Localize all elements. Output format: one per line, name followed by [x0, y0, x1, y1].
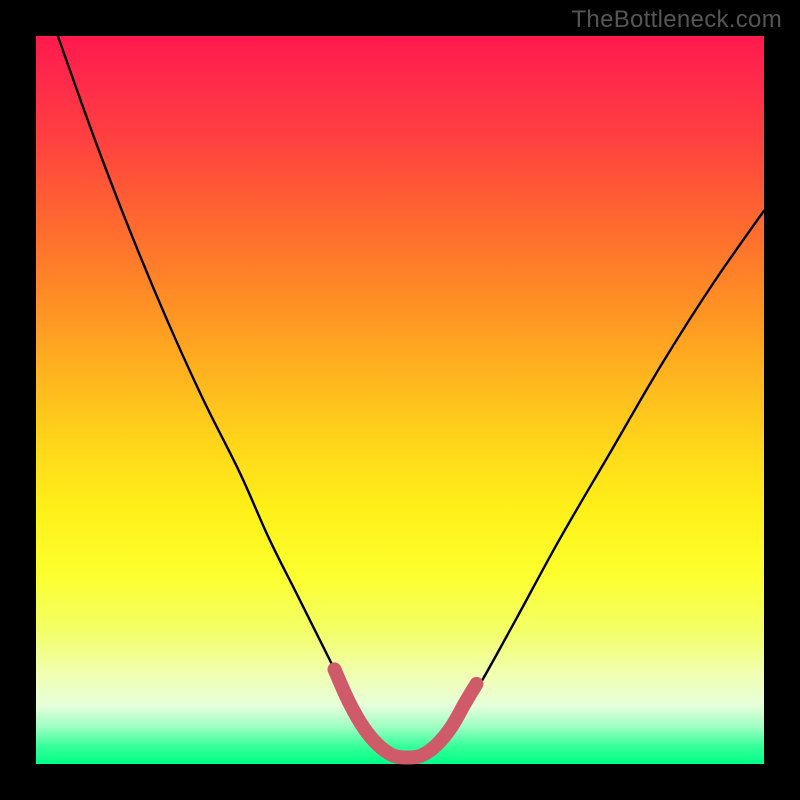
- chart-frame: TheBottleneck.com: [0, 0, 800, 800]
- chart-svg: [0, 0, 800, 800]
- main-curve-group: [58, 36, 764, 760]
- highlight-segment: [334, 669, 476, 757]
- bottleneck-curve: [58, 36, 764, 760]
